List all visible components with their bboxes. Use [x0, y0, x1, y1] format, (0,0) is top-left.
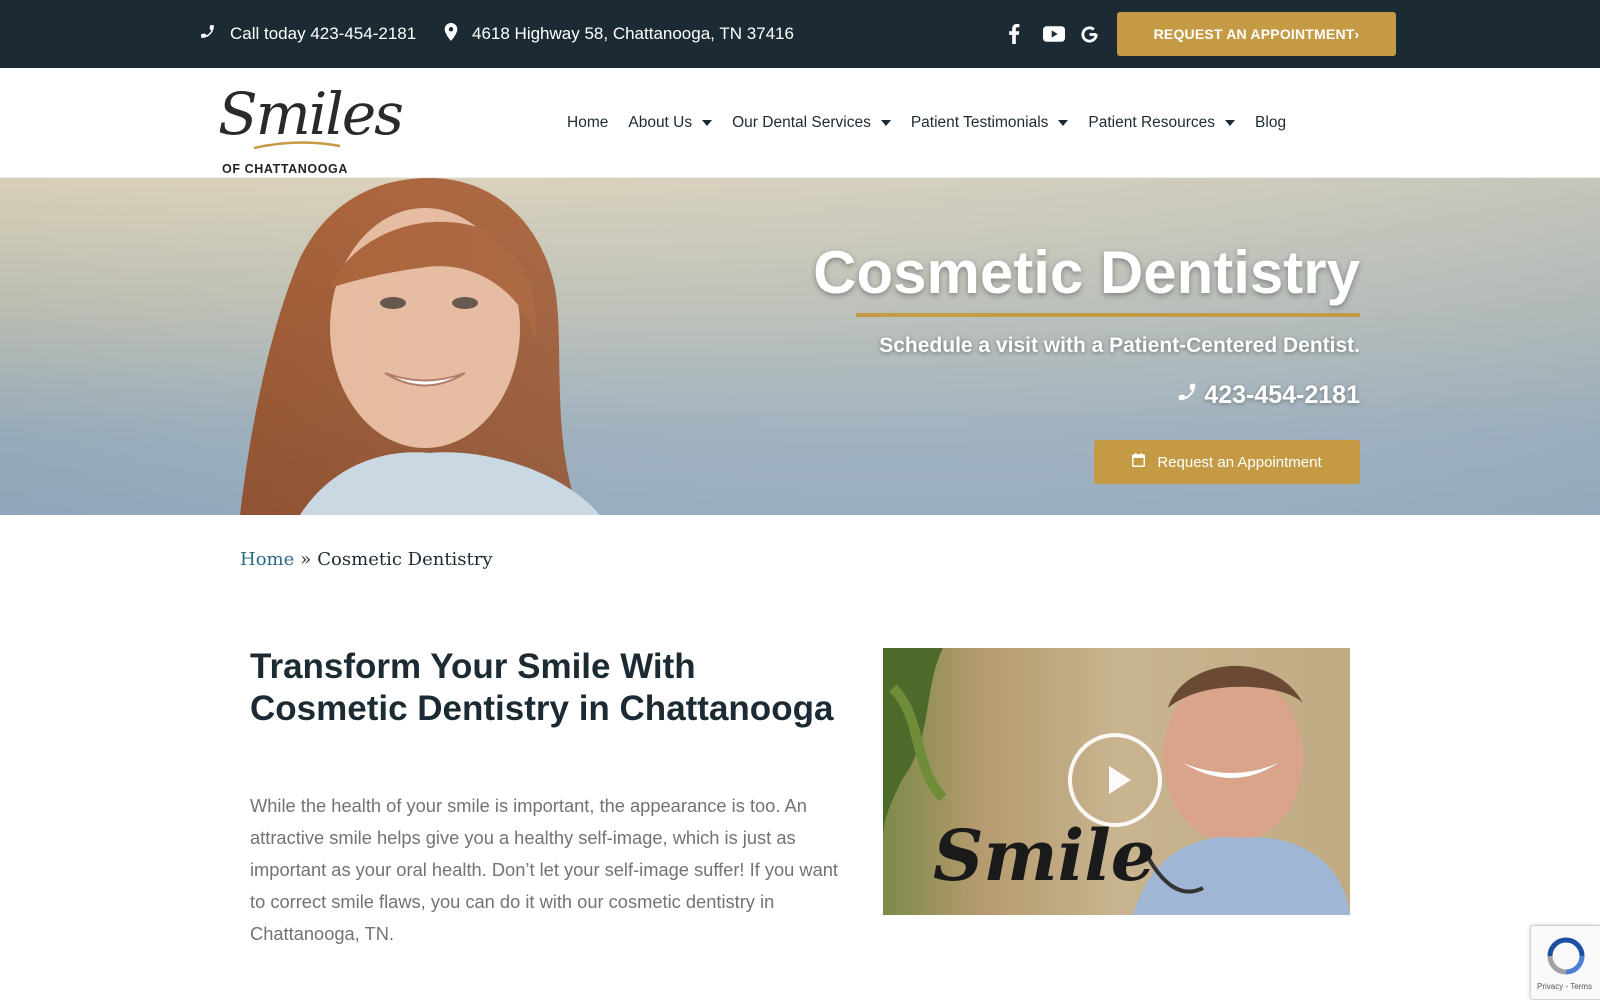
logo-script: Smiles: [218, 80, 404, 148]
breadcrumb-current: Cosmetic Dentistry: [317, 549, 493, 570]
hero-portrait-image: [0, 178, 1600, 515]
breadcrumb: Home » Cosmetic Dentistry: [240, 549, 493, 570]
video-player[interactable]: Smile: [883, 648, 1350, 915]
top-address-text: 4618 Highway 58, Chattanooga, TN 37416: [472, 24, 794, 43]
nav-label: About Us: [628, 114, 693, 131]
nav-item-home[interactable]: Home: [567, 114, 608, 132]
logo-subtitle: OF CHATTANOOGA: [222, 162, 348, 176]
breadcrumb-separator: »: [300, 549, 312, 570]
chevron-down-icon: [702, 120, 713, 126]
nav-label: Home: [567, 114, 609, 131]
nav-label: Our Dental Services: [732, 114, 871, 131]
logo-swoosh: [253, 141, 341, 150]
phone-icon: [199, 23, 230, 45]
nav-item-patient-resources[interactable]: Patient Resources: [1088, 114, 1236, 132]
nav-item-blog[interactable]: Blog: [1255, 114, 1286, 132]
top-phone[interactable]: Call today 423-454-2181: [199, 0, 416, 68]
play-icon: [1109, 766, 1131, 794]
hero-title-underline: [856, 313, 1360, 317]
top-phone-text: Call today 423-454-2181: [230, 24, 417, 43]
hero-subtitle: Schedule a visit with a Patient-Centered…: [879, 334, 1360, 357]
logo[interactable]: Smiles OF CHATTANOOGA: [216, 80, 404, 176]
youtube-icon[interactable]: [1043, 0, 1065, 68]
breadcrumb-home-link[interactable]: Home: [240, 549, 294, 570]
chevron-down-icon: [1225, 120, 1236, 126]
hero-banner: Cosmetic Dentistry Schedule a visit with…: [0, 178, 1600, 515]
google-icon[interactable]: [1080, 0, 1099, 68]
hero-phone-text: 423-454-2181: [1204, 381, 1360, 409]
request-appointment-button[interactable]: REQUEST AN APPOINTMENT›: [1117, 12, 1396, 56]
top-bar: Call today 423-454-2181 4618 Highway 58,…: [0, 0, 1600, 68]
nav-label: Blog: [1255, 114, 1287, 131]
map-pin-icon: [444, 22, 472, 46]
page-heading: Transform Your Smile With Cosmetic Denti…: [250, 647, 834, 728]
top-address[interactable]: 4618 Highway 58, Chattanooga, TN 37416: [444, 0, 794, 68]
intro-paragraph: While the health of your smile is import…: [250, 795, 838, 944]
chevron-down-icon: [880, 120, 891, 126]
phone-icon: [1176, 381, 1204, 410]
site-header: Smiles OF CHATTANOOGA Home About Us Our …: [0, 68, 1600, 178]
nav-label: Patient Resources: [1088, 114, 1216, 131]
main-nav: Home About Us Our Dental Services Patien…: [567, 68, 1306, 178]
hero-request-appointment-button[interactable]: Request an Appointment: [1094, 440, 1360, 484]
nav-item-about-us[interactable]: About Us: [628, 114, 713, 132]
recaptcha-badge[interactable]: Privacy - Terms: [1530, 925, 1600, 1000]
hero-cta-label: Request an Appointment: [1157, 453, 1322, 471]
chevron-down-icon: [1058, 120, 1069, 126]
recaptcha-terms[interactable]: Privacy - Terms: [1537, 982, 1592, 991]
hero-phone[interactable]: 423-454-2181: [1176, 381, 1360, 410]
nav-item-patient-testimonials[interactable]: Patient Testimonials: [911, 114, 1069, 132]
calendar-icon: [1132, 453, 1157, 471]
nav-item-dental-services[interactable]: Our Dental Services: [732, 114, 891, 132]
facebook-icon[interactable]: [1008, 0, 1020, 68]
nav-label: Patient Testimonials: [910, 114, 1049, 131]
hero-title: Cosmetic Dentistry: [813, 239, 1360, 306]
